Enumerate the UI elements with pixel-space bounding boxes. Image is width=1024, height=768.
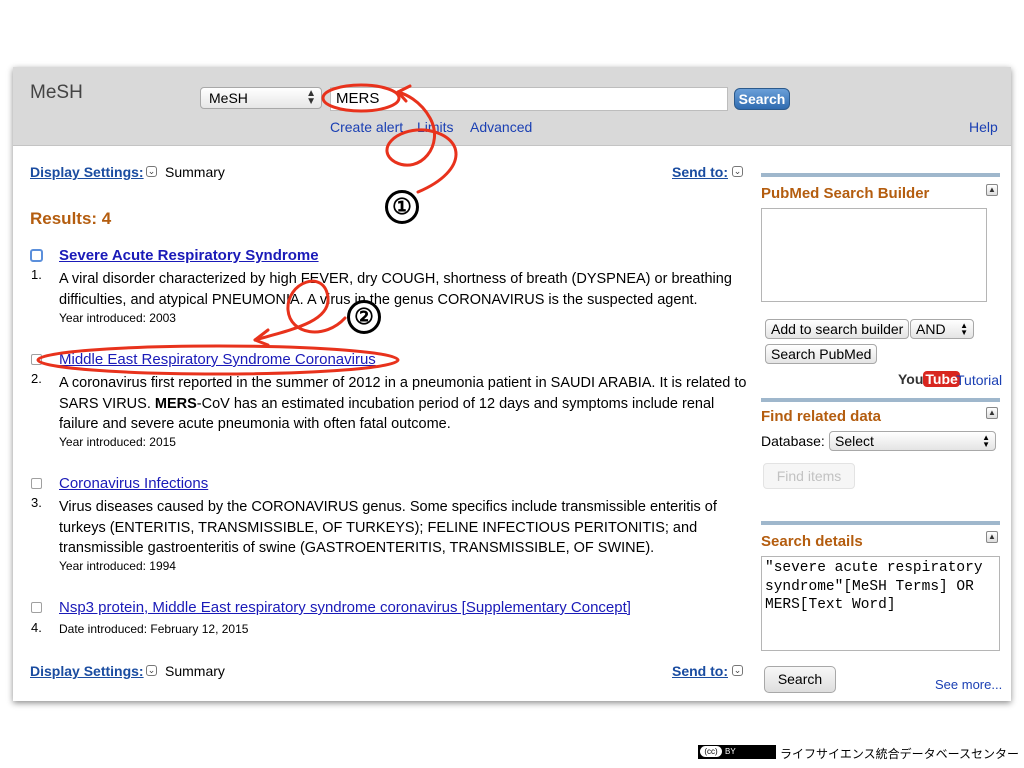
annotation-circle-search	[321, 83, 401, 113]
annotation-overlay	[36, 83, 458, 376]
cc-license-badge: (cc) BY	[698, 745, 776, 759]
annotation-marker-2: ②	[347, 300, 381, 334]
annotation-arrow-1	[385, 90, 458, 194]
annotation-circle-result	[36, 344, 400, 376]
annotation-marker-1: ①	[385, 190, 419, 224]
credit-text: ライフサイエンス統合データベースセンター	[780, 747, 1020, 761]
